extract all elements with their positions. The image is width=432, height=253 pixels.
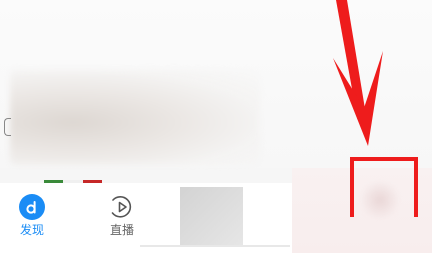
blurred-center-tab-placeholder[interactable] (180, 187, 243, 245)
discover-icon (19, 194, 45, 220)
tab-live-label: 直播 (109, 223, 134, 237)
red-highlight-box (350, 157, 418, 217)
tab-discover[interactable]: 发现 (12, 194, 52, 237)
tab-live[interactable]: 直播 (102, 194, 142, 237)
partial-card-edge (4, 118, 11, 136)
content-feed-area[interactable] (0, 0, 432, 168)
tab-discover-label: 发现 (19, 223, 44, 237)
play-circle-icon (108, 194, 136, 220)
partial-text-glyph (0, 0, 8, 10)
bar-divider (140, 245, 290, 247)
blurred-feed-card[interactable] (10, 70, 260, 165)
